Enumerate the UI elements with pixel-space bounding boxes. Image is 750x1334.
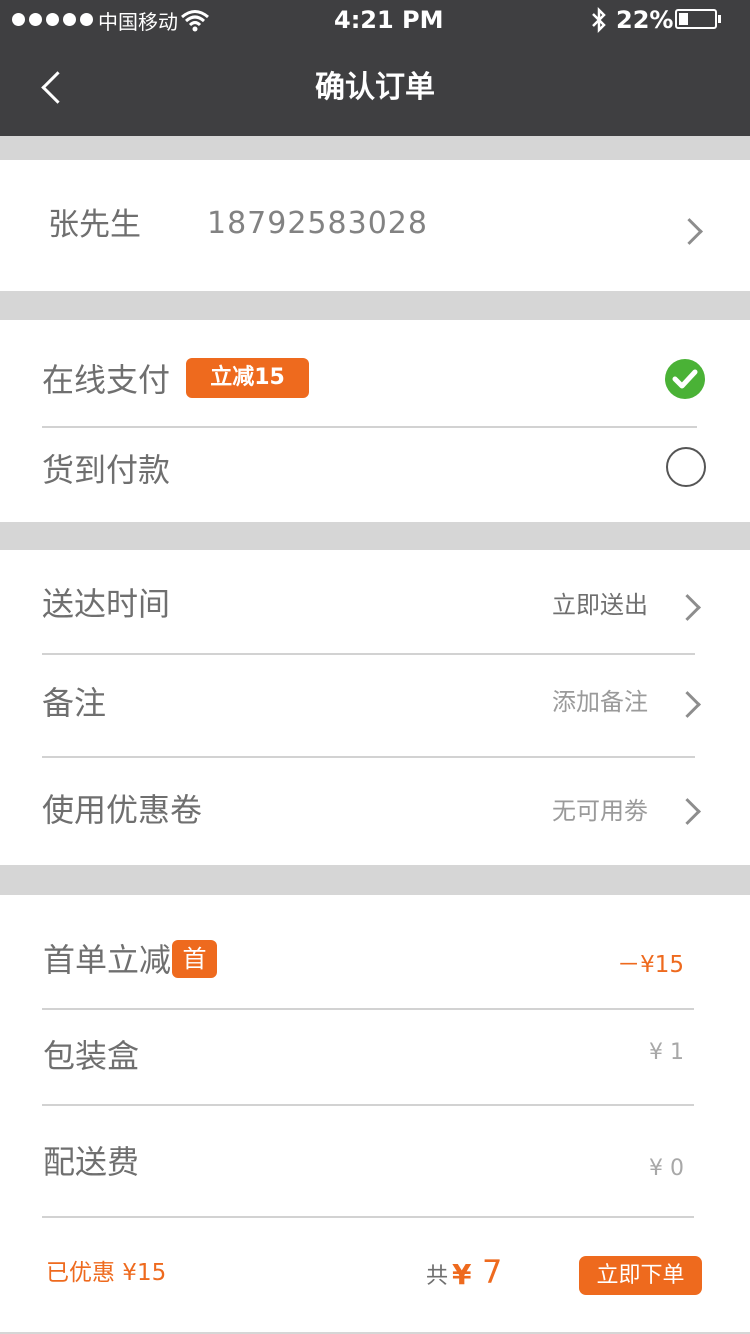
fee-label: 首单立减 xyxy=(43,941,172,979)
submit-order-button[interactable]: 立即下单 xyxy=(579,1256,702,1295)
chevron-right-icon xyxy=(674,691,701,718)
option-label: 送达时间 xyxy=(42,585,171,623)
fee-label: 配送费 xyxy=(43,1143,140,1181)
page-title: 确认订单 xyxy=(315,70,435,105)
fee-row-box: 包装盒 ¥ 1 xyxy=(0,1010,750,1104)
nav-bar: 确认订单 xyxy=(0,40,750,136)
payment-online-label: 在线支付 xyxy=(42,361,171,399)
bluetooth-icon xyxy=(592,6,606,34)
fee-value: ¥ 1 xyxy=(649,1040,684,1065)
option-remarks[interactable]: 备注 添加备注 xyxy=(0,655,750,755)
fee-value: －¥15 xyxy=(617,952,684,978)
payment-cod-label: 货到付款 xyxy=(42,451,171,489)
status-bar: 中国移动 4:21 PM 22% xyxy=(0,0,750,40)
option-value: 添加备注 xyxy=(552,688,648,716)
total-currency: ¥ xyxy=(452,1258,472,1291)
battery-icon xyxy=(675,9,717,29)
fee-row-first-order: 首单立减 首 －¥15 xyxy=(0,920,750,1008)
check-selected-icon xyxy=(665,359,705,399)
fee-label: 包装盒 xyxy=(43,1037,140,1075)
option-label: 使用优惠卷 xyxy=(42,791,203,829)
wifi-icon xyxy=(181,10,209,32)
contact-phone: 18792583028 xyxy=(207,206,428,241)
fee-value: ¥ 0 xyxy=(649,1156,684,1181)
discount-badge: 立减15 xyxy=(186,358,309,398)
option-delivery-time[interactable]: 送达时间 立即送出 xyxy=(0,556,750,652)
contact-name: 张先生 xyxy=(48,207,141,243)
signal-dot-icon xyxy=(46,13,59,26)
payment-option-cod[interactable]: 货到付款 xyxy=(0,428,750,514)
signal-dot-icon xyxy=(12,13,25,26)
battery-percent: 22% xyxy=(616,6,674,34)
signal-dot-icon xyxy=(29,13,42,26)
order-footer: 已优惠 ¥15 共 ¥ 7 立即下单 xyxy=(0,1218,750,1332)
payment-option-online[interactable]: 在线支付 立减15 xyxy=(0,340,750,426)
total-amount: 7 xyxy=(482,1253,503,1291)
discount-total: 已优惠 ¥15 xyxy=(46,1260,167,1286)
contact-card[interactable]: 张先生 18792583028 xyxy=(0,160,750,291)
carrier-name: 中国移动 xyxy=(98,10,178,34)
option-coupon[interactable]: 使用优惠卷 无可用劵 xyxy=(0,758,750,862)
option-value: 无可用劵 xyxy=(552,797,648,825)
battery-tip xyxy=(718,15,721,23)
total-prefix: 共 xyxy=(426,1264,449,1289)
signal-dot-icon xyxy=(63,13,76,26)
option-value: 立即送出 xyxy=(552,591,648,619)
chevron-right-icon xyxy=(674,594,701,621)
status-time: 4:21 PM xyxy=(334,6,444,34)
radio-unselected-icon xyxy=(666,447,706,487)
option-label: 备注 xyxy=(42,684,107,722)
chevron-right-icon xyxy=(674,798,701,825)
first-order-badge: 首 xyxy=(172,940,217,978)
signal-dot-icon xyxy=(80,13,93,26)
fee-row-delivery: 配送费 ¥ 0 xyxy=(0,1106,750,1216)
